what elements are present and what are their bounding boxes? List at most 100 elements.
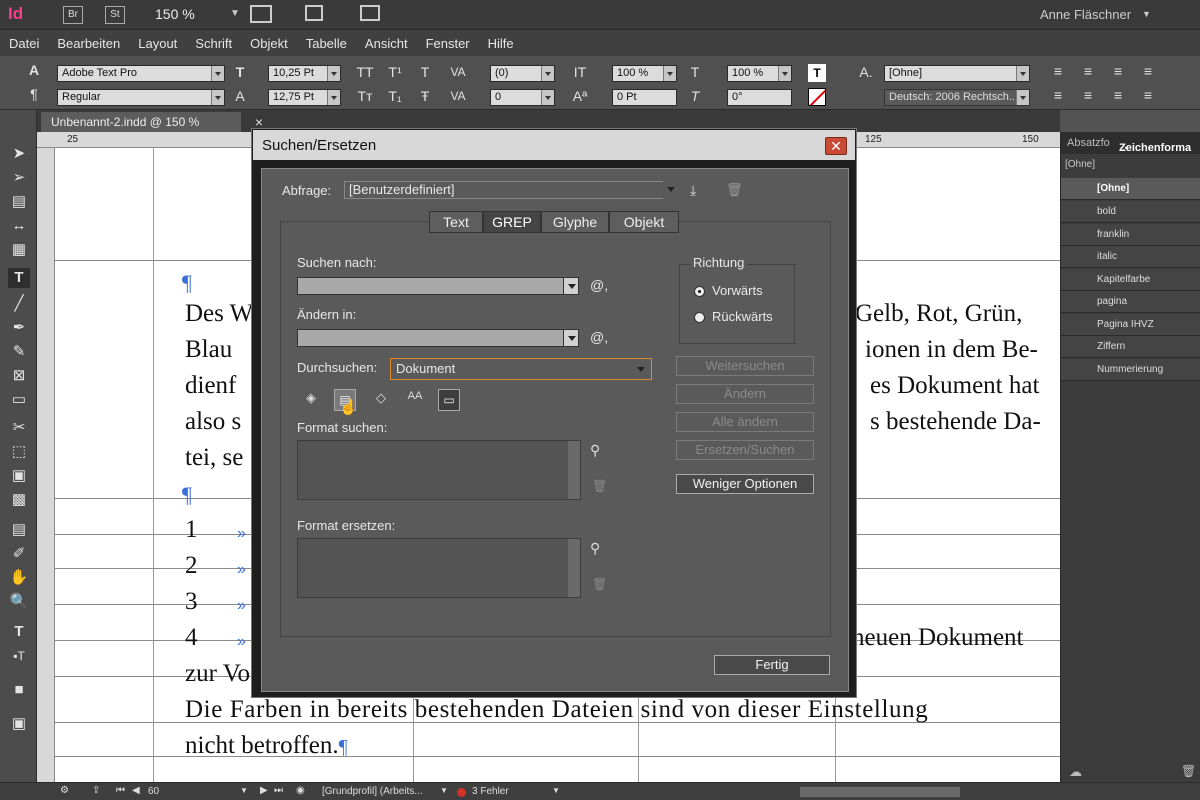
- page-number-field[interactable]: 60: [148, 786, 159, 797]
- arrange-documents-icon[interactable]: [360, 5, 380, 21]
- include-master-pages-icon[interactable]: AA: [404, 390, 426, 410]
- previous-page-icon[interactable]: ◀: [132, 785, 140, 796]
- subscript-icon[interactable]: T₁: [385, 88, 405, 106]
- text-line[interactable]: ionen in dem Be-: [865, 336, 1038, 364]
- error-count[interactable]: 3 Fehler: [472, 786, 509, 797]
- list-item[interactable]: franklin: [1061, 224, 1200, 246]
- menu-schrift[interactable]: Schrift: [186, 30, 241, 51]
- menu-fenster[interactable]: Fenster: [417, 30, 479, 51]
- swap-colors-icon[interactable]: ▪T: [8, 646, 30, 666]
- preflight-profile[interactable]: [Grundprofil] (Arbeits...: [322, 786, 423, 797]
- text-line[interactable]: es Dokument hat: [870, 372, 1039, 400]
- include-hidden-layers-icon[interactable]: ◇: [370, 390, 392, 410]
- cloud-icon[interactable]: ☁: [1069, 764, 1082, 780]
- screen-mode-icon[interactable]: [305, 5, 323, 21]
- query-select[interactable]: [Benutzerdefiniert]: [344, 181, 679, 199]
- list-item[interactable]: italic: [1061, 246, 1200, 268]
- view-options-icon[interactable]: [250, 5, 272, 23]
- chevron-down-icon[interactable]: [778, 66, 791, 81]
- clear-change-format-icon[interactable]: 🗑: [592, 577, 607, 591]
- text-line[interactable]: Gelb, Rot, Grün,: [855, 300, 1022, 328]
- list-item[interactable]: pagina: [1061, 291, 1200, 313]
- zoom-level[interactable]: 150 %: [155, 6, 195, 22]
- text-line[interactable]: tei, se: [185, 444, 243, 472]
- list-item[interactable]: Ziffern: [1061, 336, 1200, 358]
- rectangle-frame-tool-icon[interactable]: ⊠: [8, 366, 30, 386]
- strikethrough-icon[interactable]: Ŧ: [415, 88, 435, 106]
- gap-tool-icon[interactable]: ↔: [8, 216, 30, 236]
- clear-find-format-icon[interactable]: 🗑: [592, 479, 607, 493]
- hand-tool-icon[interactable]: ✋: [8, 568, 30, 588]
- tracking-field[interactable]: 0: [490, 89, 555, 106]
- chevron-down-icon[interactable]: [211, 90, 224, 105]
- format-find-scrollbar[interactable]: [568, 441, 580, 499]
- normal-view-icon[interactable]: ■: [8, 680, 30, 700]
- special-characters-find-icon[interactable]: @,: [590, 277, 608, 293]
- format-find-area[interactable]: [297, 440, 581, 500]
- tab-grep[interactable]: GREP: [483, 211, 541, 233]
- superscript-icon[interactable]: T¹: [385, 64, 405, 82]
- include-footnotes-icon[interactable]: ▭: [438, 389, 460, 411]
- text-line[interactable]: neuen Dokument: [852, 624, 1023, 652]
- list-number[interactable]: 4: [185, 624, 198, 652]
- character-controls-icon[interactable]: A: [24, 62, 44, 80]
- tab-objekt[interactable]: Objekt: [609, 211, 679, 233]
- find-history-dropdown[interactable]: [563, 277, 579, 295]
- change-history-dropdown[interactable]: [563, 329, 579, 347]
- fewer-options-button[interactable]: Weniger Optionen: [676, 474, 814, 494]
- gradient-feather-tool-icon[interactable]: ▩: [8, 490, 30, 510]
- chevron-down-icon[interactable]: [633, 361, 649, 379]
- skew-field[interactable]: 0°: [727, 89, 792, 106]
- list-item[interactable]: Kapitelfarbe: [1061, 269, 1200, 291]
- chevron-down-icon[interactable]: [663, 66, 676, 81]
- search-scope-select[interactable]: Dokument: [390, 358, 652, 380]
- tab-paragraph-styles[interactable]: Absatzfo: [1067, 137, 1110, 149]
- justify-right-icon[interactable]: ≡: [1108, 87, 1128, 105]
- zoom-tool-icon[interactable]: 🔍: [8, 592, 30, 612]
- save-query-icon[interactable]: ⤓: [690, 182, 696, 199]
- align-right-icon[interactable]: ≡: [1108, 63, 1128, 81]
- list-number[interactable]: 1: [185, 516, 198, 544]
- vertical-scale-field[interactable]: 100 %: [612, 65, 677, 82]
- note-tool-icon[interactable]: ▤: [8, 520, 30, 540]
- change-button[interactable]: Ändern: [676, 384, 814, 404]
- first-page-icon[interactable]: ⏮: [116, 785, 125, 796]
- baseline-shift-field[interactable]: 0 Pt: [612, 89, 677, 106]
- chevron-down-icon[interactable]: [327, 90, 340, 105]
- fill-stroke-icon[interactable]: T: [8, 622, 30, 642]
- text-line[interactable]: dienf: [185, 372, 236, 400]
- chevron-down-icon[interactable]: [211, 66, 224, 81]
- font-size-field[interactable]: 10,25 Pt: [268, 65, 341, 82]
- export-icon[interactable]: ⇪: [92, 785, 100, 796]
- change-find-button[interactable]: Ersetzen/Suchen: [676, 440, 814, 460]
- text-line[interactable]: nicht betroffen.¶: [185, 732, 348, 760]
- text-line[interactable]: s bestehende Da-: [870, 408, 1041, 436]
- chevron-down-icon[interactable]: [541, 90, 554, 105]
- type-tool-icon[interactable]: T: [8, 268, 30, 288]
- chevron-down-icon[interactable]: [327, 66, 340, 81]
- preflight-icon[interactable]: ⚙: [60, 785, 69, 796]
- justify-all-icon[interactable]: ≡: [1138, 87, 1158, 105]
- horizontal-scrollbar[interactable]: [800, 787, 960, 797]
- character-style-field[interactable]: [Ohne]: [884, 65, 1030, 82]
- underline-icon[interactable]: T: [415, 64, 435, 82]
- user-name[interactable]: Anne Fläschner: [1040, 7, 1131, 22]
- tab-text[interactable]: Text: [429, 211, 483, 233]
- menu-datei[interactable]: Datei: [0, 30, 48, 51]
- small-caps-icon[interactable]: Tт: [355, 88, 375, 106]
- user-dropdown-icon[interactable]: ▼: [1142, 9, 1151, 19]
- tab-glyphe[interactable]: Glyphe: [541, 211, 609, 233]
- change-to-input[interactable]: [297, 329, 565, 347]
- delete-query-icon[interactable]: 🗑: [726, 182, 743, 198]
- chevron-down-icon[interactable]: [663, 181, 679, 199]
- close-button[interactable]: ✕: [825, 137, 847, 155]
- direction-forward-label[interactable]: Vorwärts: [712, 283, 763, 298]
- chevron-down-icon[interactable]: [541, 66, 554, 81]
- find-what-input[interactable]: [297, 277, 565, 295]
- preflight-profile-icon[interactable]: ◉: [296, 785, 305, 796]
- trash-icon[interactable]: 🗑: [1181, 764, 1196, 778]
- justify-left-icon[interactable]: ≡: [1048, 87, 1068, 105]
- dialog-title-bar[interactable]: Suchen/Ersetzen ✕: [253, 130, 855, 160]
- content-collector-icon[interactable]: ▦: [8, 240, 30, 260]
- menu-hilfe[interactable]: Hilfe: [479, 30, 523, 51]
